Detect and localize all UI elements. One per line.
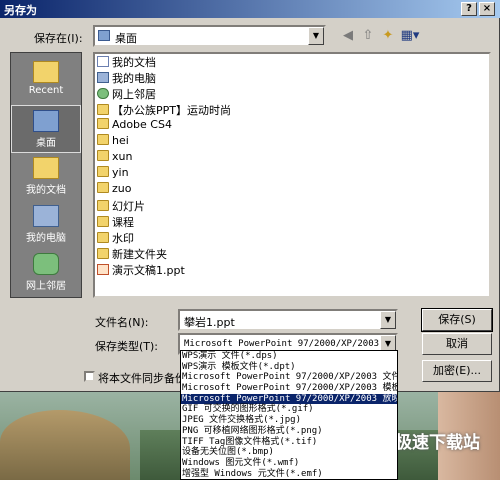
save-button[interactable]: 保存(S) (421, 308, 493, 332)
network-icon (97, 88, 109, 99)
filetype-option[interactable]: 增强型 Windows 元文件(*.emf) (181, 469, 397, 479)
desktop-icon (98, 30, 110, 41)
place-desktop[interactable]: 桌面 (11, 105, 81, 153)
filetype-option[interactable]: WPS演示 模板文件(*.dpt) (181, 362, 397, 373)
place-recent[interactable]: Recent (11, 57, 81, 105)
save-as-dialog: 另存为 ? × 保存在(I): 桌面 ▼ ◀ ⇧ ✦ ▦▾ Recent 桌面 … (0, 0, 500, 392)
place-label: 桌面 (36, 138, 56, 149)
watermark-text: 极速下载站 (395, 433, 480, 453)
list-item[interactable]: yin (97, 166, 129, 182)
list-item[interactable]: 新建文件夹 (97, 246, 167, 262)
filename-label: 文件名(N): (95, 316, 149, 329)
filetype-option[interactable]: PNG 可移植网络图形格式(*.png) (181, 426, 397, 437)
filetype-option[interactable]: TIFF Tag图像文件格式(*.tif) (181, 437, 397, 448)
computer-icon (97, 72, 109, 83)
backup-checkbox[interactable] (84, 371, 95, 382)
filetype-option[interactable]: Microsoft PowerPoint 97/2000/XP/2003 模板 (181, 383, 397, 394)
filetype-option[interactable]: 设备无关位图(*.bmp) (181, 447, 397, 458)
folder-icon (97, 150, 109, 161)
places-bar: Recent 桌面 我的文档 我的电脑 网上邻居 (10, 52, 82, 298)
filename-input[interactable]: 攀岩1.ppt ▼ (178, 309, 398, 331)
place-my-computer[interactable]: 我的电脑 (11, 201, 81, 249)
list-item[interactable]: zuo (97, 182, 131, 198)
cancel-button[interactable]: 取消 (422, 333, 492, 355)
ppt-file-icon (97, 264, 109, 275)
my-documents-icon (33, 157, 59, 179)
title-bar: 另存为 ? × (0, 0, 500, 18)
folder-icon (97, 232, 109, 243)
place-label: 网上邻居 (26, 281, 66, 292)
folder-icon (97, 104, 109, 115)
new-folder-icon[interactable]: ✦ (378, 27, 398, 45)
filetype-label: 保存类型(T): (95, 340, 159, 353)
filetype-option-selected[interactable]: Microsoft PowerPoint 97/2000/XP/2003 放映 (181, 393, 397, 405)
chevron-down-icon[interactable]: ▼ (380, 311, 396, 329)
filetype-option[interactable]: WPS演示 文件(*.dps) (181, 351, 397, 362)
place-my-documents[interactable]: 我的文档 (11, 153, 81, 201)
folder-icon (97, 182, 109, 193)
filetype-option[interactable]: Microsoft PowerPoint 97/2000/XP/2003 文件 (181, 372, 397, 383)
view-menu-icon[interactable]: ▦▾ (400, 27, 420, 45)
list-item[interactable]: 水印 (97, 230, 134, 246)
place-label: 我的文档 (26, 185, 66, 196)
list-item[interactable]: 幻灯片 (97, 198, 145, 214)
folder-icon (97, 200, 109, 211)
list-item[interactable]: 我的文档 (97, 54, 156, 70)
list-item[interactable]: 我的电脑 (97, 70, 156, 86)
close-button[interactable]: × (479, 2, 495, 16)
file-list[interactable]: 我的文档 我的电脑 网上邻居 【办公族PPT】运动时尚 Adobe CS4 he… (93, 52, 491, 298)
list-item[interactable]: 演示文稿1.ppt (97, 262, 185, 278)
place-network[interactable]: 网上邻居 (11, 249, 81, 297)
list-item[interactable]: xun (97, 150, 132, 166)
help-button[interactable]: ? (461, 2, 477, 16)
save-in-label: 保存在(I): (34, 32, 83, 45)
place-label: 我的电脑 (26, 233, 66, 244)
filename-value: 攀岩1.ppt (184, 316, 235, 329)
desktop-icon (33, 110, 59, 132)
my-computer-icon (33, 205, 59, 227)
network-icon (33, 253, 59, 275)
folder-icon (97, 134, 109, 145)
filetype-value: Microsoft PowerPoint 97/2000/XP/2003 (184, 339, 380, 349)
filetype-option[interactable]: GIF 可交换的图形格式(*.gif) (181, 404, 397, 415)
list-item[interactable]: Adobe CS4 (97, 118, 172, 134)
list-item[interactable]: 【办公族PPT】运动时尚 (97, 102, 231, 118)
encrypt-button[interactable]: 加密(E)... (422, 360, 492, 382)
recent-folder-icon (33, 61, 59, 83)
folder-icon (97, 166, 109, 177)
folder-icon (97, 118, 109, 129)
chevron-down-icon[interactable]: ▼ (308, 27, 324, 45)
document-icon (97, 56, 109, 67)
filetype-option[interactable]: Windows 图元文件(*.wmf) (181, 458, 397, 469)
filetype-option[interactable]: JPEG 文件交换格式(*.jpg) (181, 415, 397, 426)
place-label: Recent (28, 85, 64, 96)
list-item[interactable]: 课程 (97, 214, 134, 230)
folder-icon (97, 216, 109, 227)
dialog-title: 另存为 (4, 4, 37, 17)
save-in-value: 桌面 (115, 32, 137, 45)
save-in-dropdown[interactable]: 桌面 ▼ (93, 25, 326, 47)
backup-checkbox-label: 将本文件同步备份 (98, 372, 186, 385)
filetype-options-list[interactable]: WPS演示 文件(*.dps) WPS演示 模板文件(*.dpt) Micros… (180, 350, 398, 480)
back-icon[interactable]: ◀ (338, 27, 358, 45)
folder-icon (97, 248, 109, 259)
list-item[interactable]: 网上邻居 (97, 86, 156, 102)
up-folder-icon[interactable]: ⇧ (358, 27, 378, 45)
list-item[interactable]: hei (97, 134, 129, 150)
